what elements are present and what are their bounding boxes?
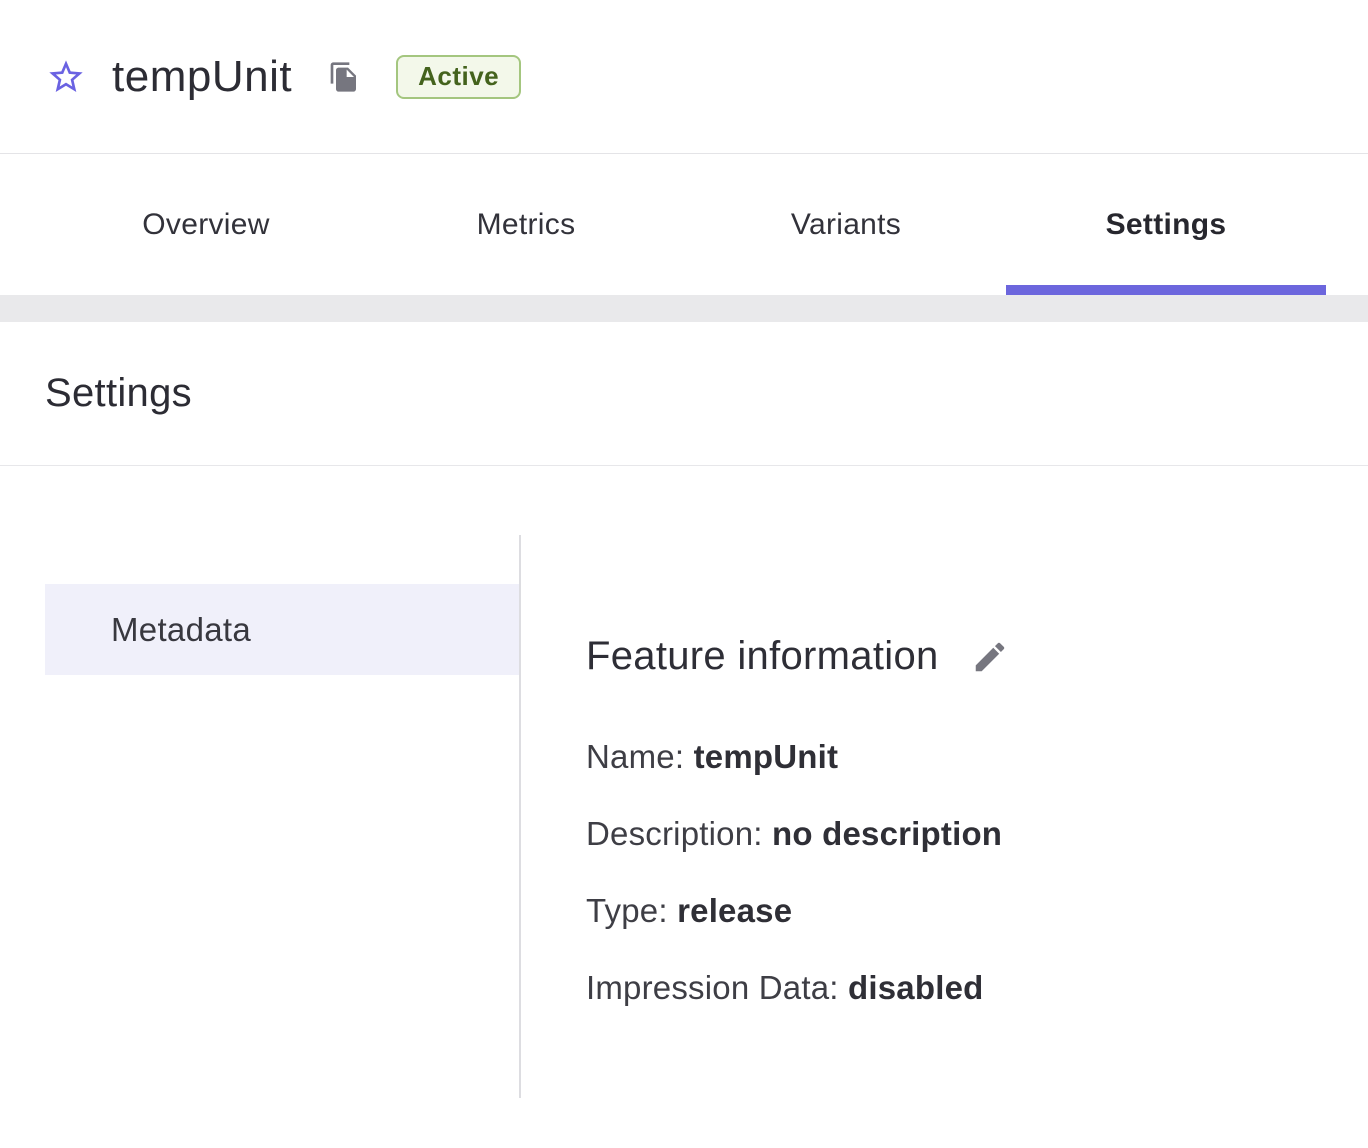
tab-metrics[interactable]: Metrics [366,154,686,295]
tabs-container: Overview Metrics Variants Settings [46,154,1326,295]
tab-settings[interactable]: Settings [1006,154,1326,295]
settings-side-menu: Metadata [0,466,519,1147]
page-title: Settings [45,371,192,416]
info-row-description: Description: no description [586,814,1368,854]
info-label: Type: [586,892,668,929]
info-row-impression-data: Impression Data: disabled [586,968,1368,1008]
tab-overview[interactable]: Overview [46,154,366,295]
info-value: disabled [848,969,983,1006]
tab-bar: Overview Metrics Variants Settings [0,154,1368,295]
menu-item-metadata[interactable]: Metadata [45,584,519,675]
feature-information-panel: Feature information Name: tempUnit Descr… [521,466,1368,1147]
menu-item-label: Metadata [111,611,251,649]
feature-toggle-page: tempUnit Active Overview Metrics Variant… [0,0,1368,1148]
edit-feature-button[interactable] [971,638,1009,676]
active-tab-indicator [1006,285,1326,295]
tab-settings-label: Settings [1106,208,1227,242]
copy-name-button[interactable] [328,61,360,93]
status-badge: Active [396,55,521,99]
tab-variants[interactable]: Variants [686,154,1006,295]
star-border-icon [46,57,86,97]
edit-pencil-icon [971,638,1009,676]
settings-heading-section: Settings [0,322,1368,466]
info-row-name: Name: tempUnit [586,737,1368,777]
info-row-type: Type: release [586,891,1368,931]
info-label: Name: [586,738,684,775]
copy-icon [328,61,360,93]
info-value: no description [772,815,1002,852]
info-label: Description: [586,815,763,852]
favorite-star-button[interactable] [46,57,86,97]
settings-content: Metadata Feature information Name: tempU… [0,466,1368,1147]
info-value: release [677,892,792,929]
info-value: tempUnit [694,738,839,775]
section-title: Feature information [586,634,939,679]
info-label: Impression Data: [586,969,839,1006]
feature-header: tempUnit Active [0,0,1368,154]
feature-information-rows: Name: tempUnit Description: no descripti… [586,737,1368,1008]
section-separator-strip [0,295,1368,322]
feature-title: tempUnit [112,52,292,102]
feature-information-heading-row: Feature information [586,634,1368,679]
